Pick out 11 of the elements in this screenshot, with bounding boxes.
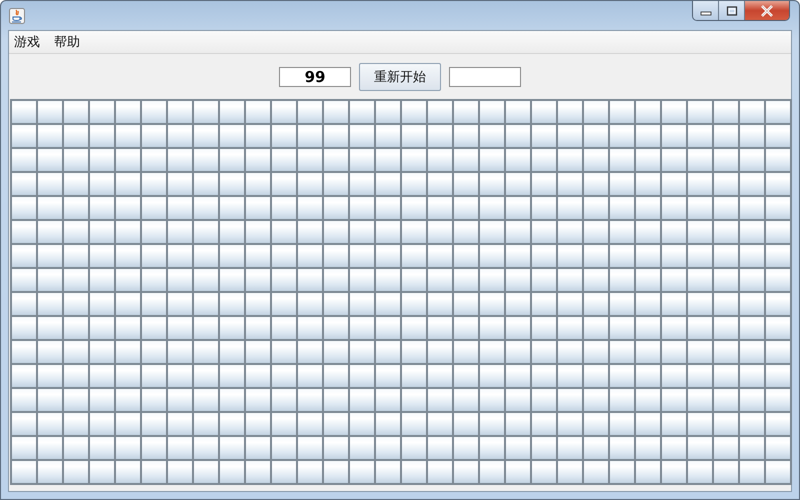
minimize-button[interactable] bbox=[693, 1, 719, 20]
coffee-cup-icon bbox=[9, 8, 25, 24]
maximize-button[interactable] bbox=[719, 1, 745, 20]
restart-button[interactable]: 重新开始 bbox=[359, 62, 441, 90]
close-icon bbox=[760, 4, 774, 16]
menu-item[interactable]: 游戏 bbox=[14, 33, 40, 51]
timer-field[interactable] bbox=[449, 66, 521, 86]
maximize-icon bbox=[726, 6, 738, 16]
mine-counter-field[interactable]: 99 bbox=[279, 66, 351, 86]
close-button[interactable] bbox=[745, 1, 789, 20]
menu-item[interactable]: 帮助 bbox=[54, 33, 80, 51]
